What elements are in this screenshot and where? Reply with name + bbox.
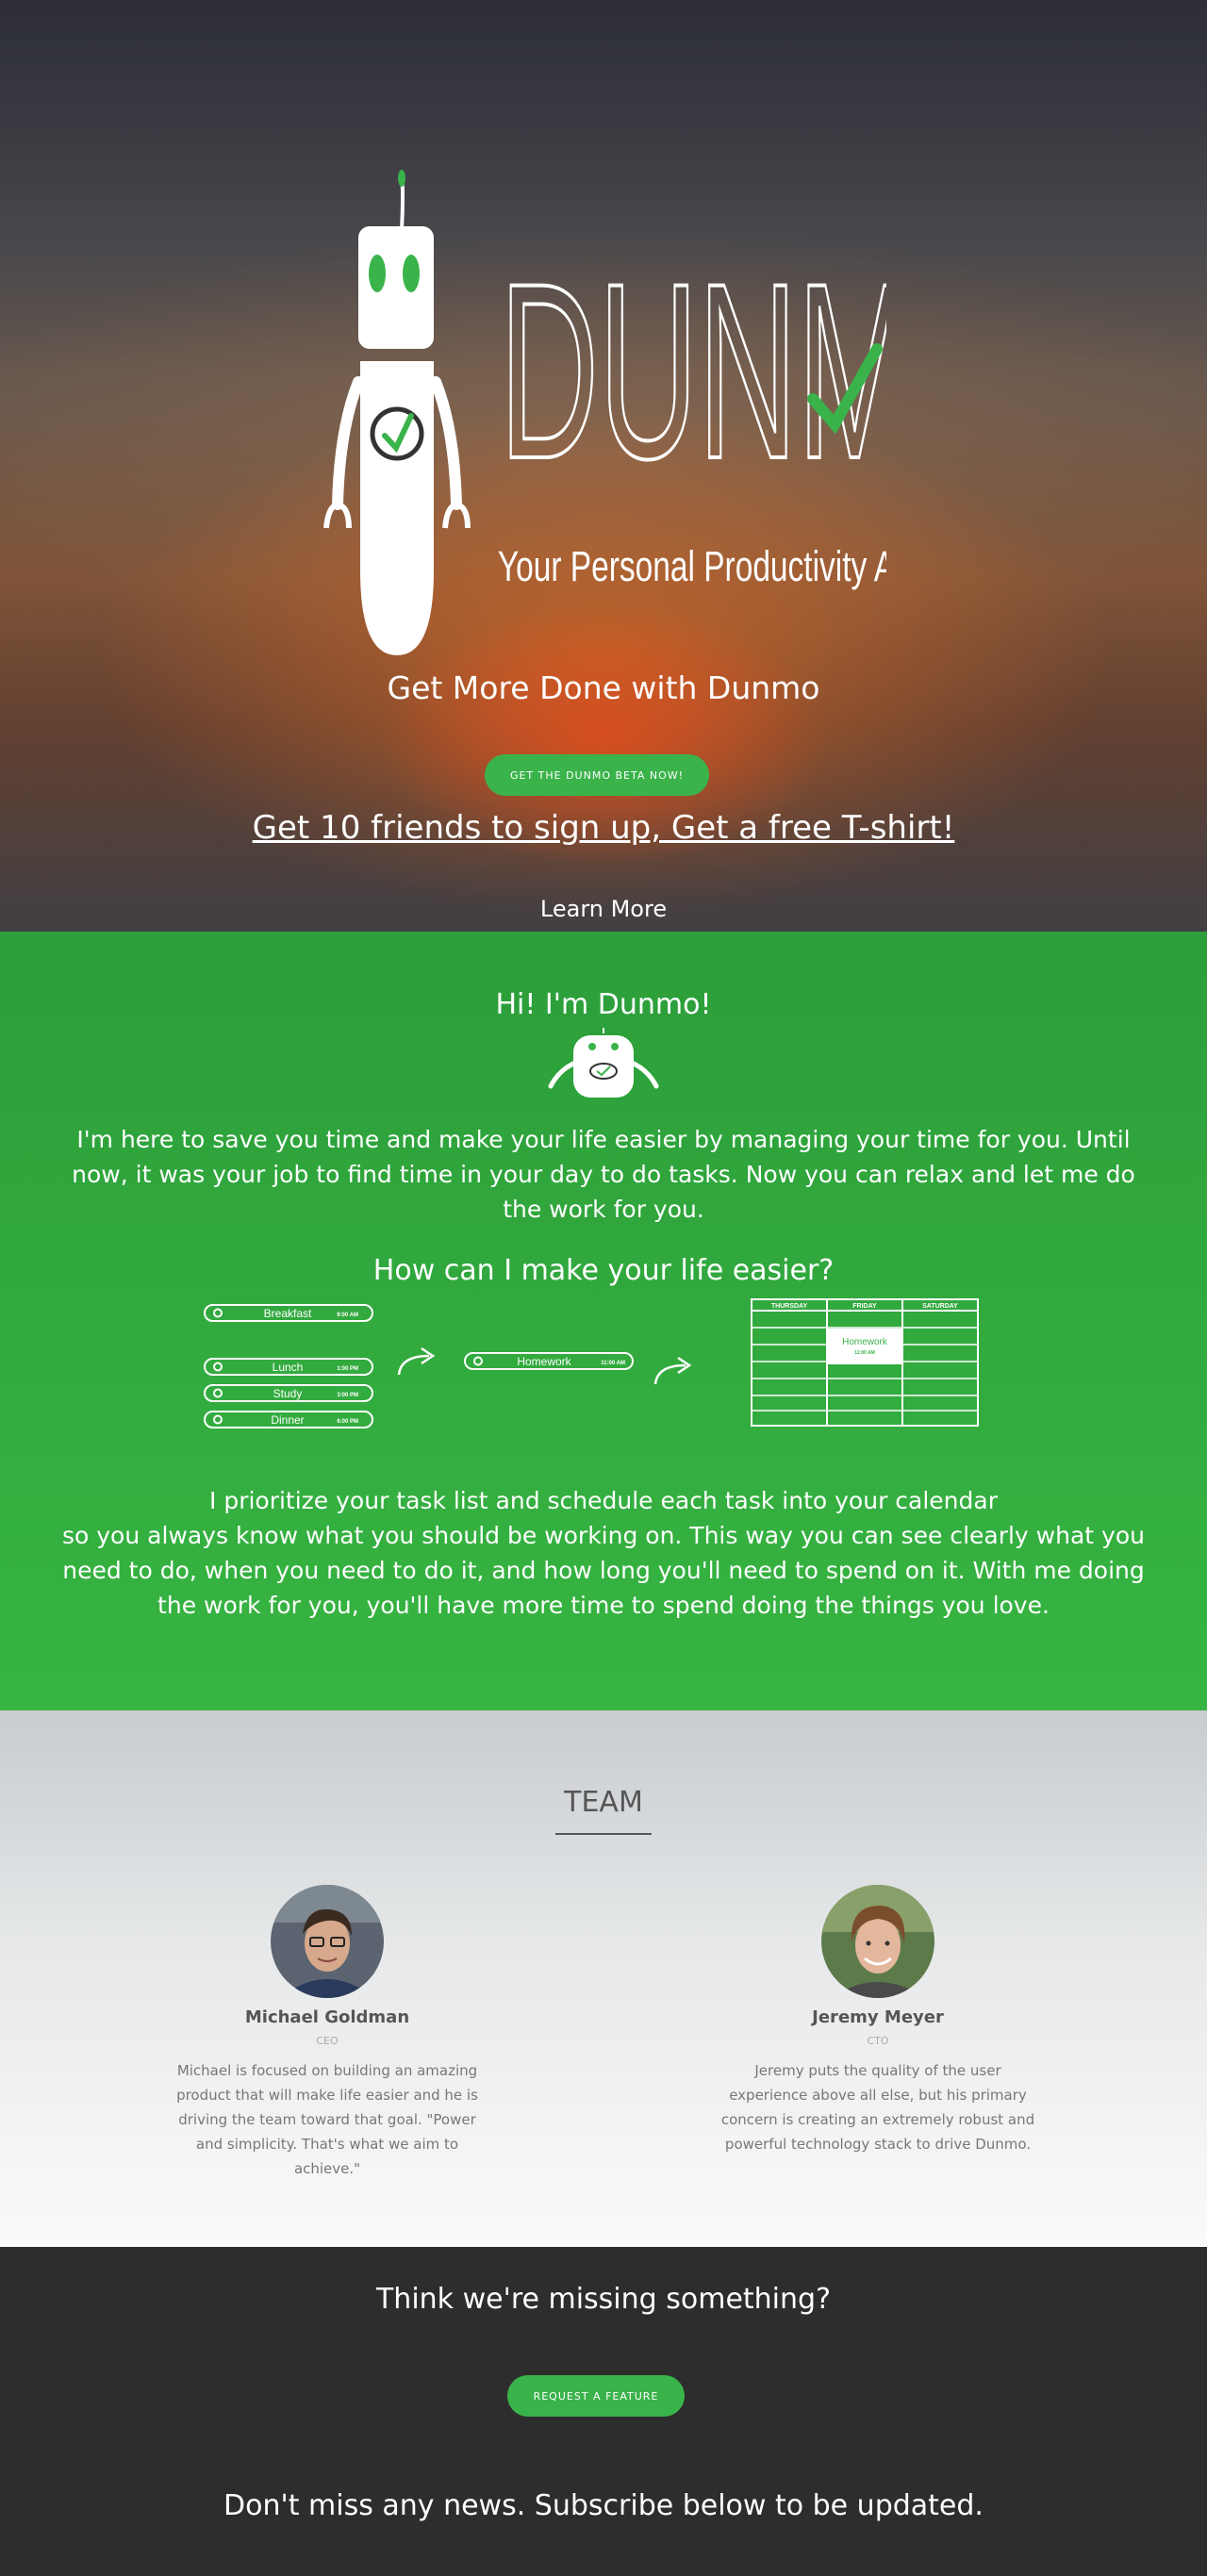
svg-text:THURSDAY: THURSDAY — [771, 1303, 808, 1310]
brand-wordmark: DUNMO — [500, 232, 886, 511]
intro-text: I'm here to save you time and make your … — [72, 1126, 1135, 1223]
avatar — [271, 1885, 384, 1998]
scheduling-diagram: Breakfast 9:00 AM Lunch 1:00 PM Study 3:… — [204, 1298, 979, 1428]
about-section: Hi! I'm Dunmo! I'm here to save you time… — [0, 932, 1207, 1710]
svg-text:Homework: Homework — [517, 1355, 571, 1368]
svg-text:11:00 AM: 11:00 AM — [854, 1350, 875, 1356]
description-text: I prioritize your task list and schedule… — [62, 1487, 1145, 1619]
svg-text:Breakfast: Breakfast — [264, 1307, 312, 1320]
svg-text:FRIDAY: FRIDAY — [852, 1303, 877, 1310]
svg-text:Homework: Homework — [842, 1337, 888, 1347]
team-divider — [555, 1833, 652, 1835]
mini-robot-icon — [548, 1028, 659, 1098]
request-feature-button[interactable]: REQUEST A FEATURE — [507, 2375, 685, 2417]
team-heading: TEAM — [564, 1786, 643, 1819]
hero-headline: Get More Done with Dunmo — [387, 669, 820, 706]
svg-text:1:00 PM: 1:00 PM — [337, 1366, 358, 1372]
svg-text:11:00 AM: 11:00 AM — [601, 1361, 625, 1366]
about-greeting: Hi! I'm Dunmo! — [495, 988, 712, 1021]
brand-tagline: Your Personal Productivity Assistant — [498, 544, 886, 591]
task-lunch: Lunch 1:00 PM — [204, 1358, 373, 1376]
svg-text:SATURDAY: SATURDAY — [922, 1303, 958, 1310]
subscribe-text: Don't miss any news. Subscribe below to … — [223, 2489, 984, 2522]
hero-section: DUNMO Your Personal Productivity Assista… — [0, 0, 1207, 932]
member-role: CEO — [316, 2035, 339, 2047]
learn-more-link[interactable]: Learn More — [0, 896, 1207, 922]
referral-link[interactable]: Get 10 friends to sign up, Get a free T-… — [0, 809, 1207, 847]
calendar-grid: THURSDAY FRIDAY SATURDAY Homework 11:00 … — [751, 1298, 979, 1427]
member-bio: Michael is focused on building an amazin… — [176, 2062, 478, 2177]
dunmo-robot-logo: DUNMO Your Personal Productivity Assista… — [323, 170, 886, 655]
avatar — [821, 1885, 934, 1998]
team-member-card: Jeremy Meyer CTO Jeremy puts the quality… — [718, 1885, 1038, 2156]
how-heading: How can I make your life easier? — [372, 1254, 835, 1287]
task-breakfast: Breakfast 9:00 AM — [204, 1304, 373, 1322]
team-member-card: Michael Goldman CEO Michael is focused o… — [167, 1885, 488, 2181]
svg-text:Dinner: Dinner — [271, 1413, 304, 1427]
member-bio: Jeremy puts the quality of the user expe… — [720, 2062, 1035, 2153]
svg-text:Lunch: Lunch — [273, 1361, 304, 1374]
svg-text:6:00 PM: 6:00 PM — [337, 1419, 358, 1425]
task-dinner: Dinner 6:00 PM — [204, 1411, 373, 1428]
team-section: TEAM Michael Goldman CEO Michael is focu… — [0, 1710, 1207, 2247]
footer-section: Think we're missing something? REQUEST A… — [0, 2247, 1207, 2576]
task-homework: Homework 11:00 AM — [464, 1352, 634, 1370]
svg-text:3:00 PM: 3:00 PM — [337, 1393, 358, 1398]
member-name: Jeremy Meyer — [812, 2007, 944, 2027]
member-name: Michael Goldman — [244, 2007, 410, 2027]
member-role: CTO — [867, 2035, 889, 2047]
missing-heading: Think we're missing something? — [375, 2283, 831, 2316]
arrow-icon — [397, 1346, 436, 1376]
task-study: Study 3:00 PM — [204, 1384, 373, 1402]
svg-text:Study: Study — [273, 1387, 303, 1400]
svg-text:9:00 AM: 9:00 AM — [337, 1313, 358, 1318]
arrow-icon — [653, 1356, 692, 1385]
get-beta-button[interactable]: GET THE DUNMO BETA NOW! — [485, 754, 709, 796]
